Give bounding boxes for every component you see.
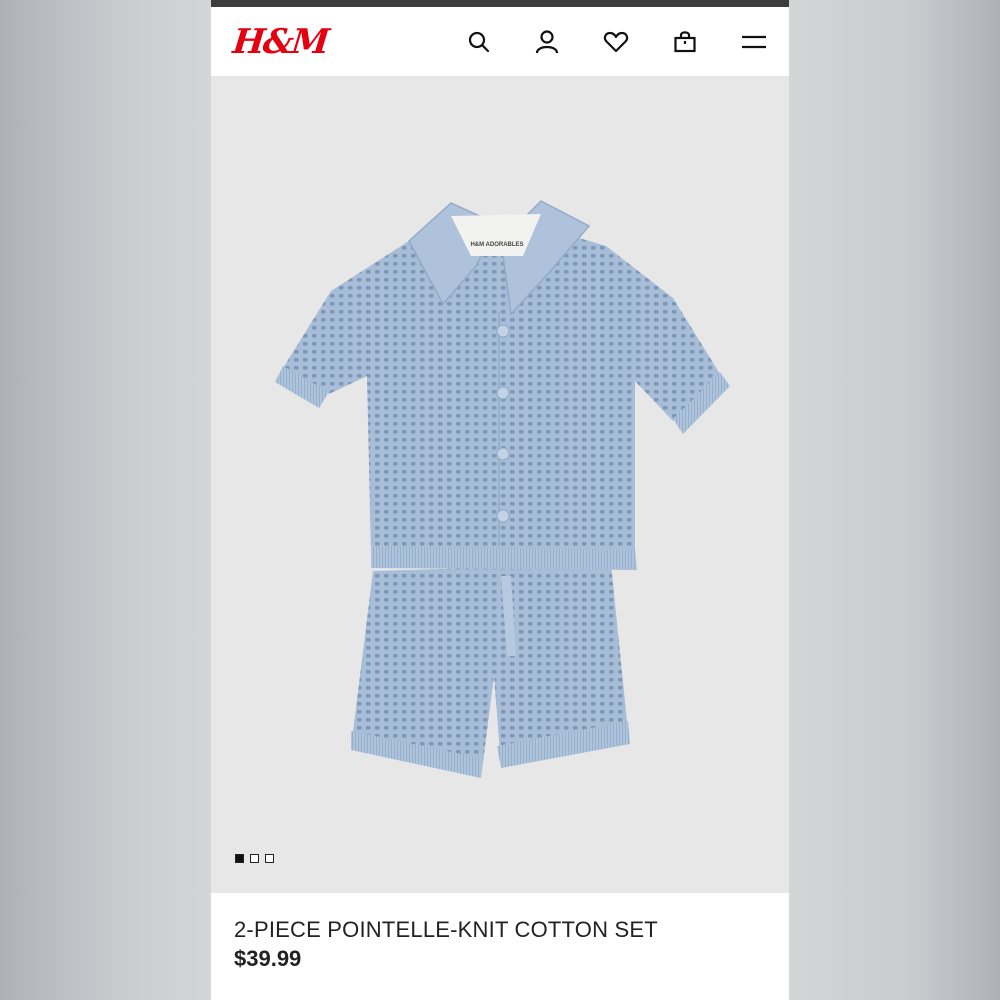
site-header: H&M bbox=[211, 7, 789, 76]
product-info: 2-PIECE POINTELLE-KNIT COTTON SET $39.99 bbox=[211, 893, 789, 1000]
right-backdrop bbox=[789, 0, 1000, 1000]
shorts bbox=[351, 564, 630, 778]
status-bar bbox=[211, 0, 789, 7]
product-page: H&M H&M ADORABLES 2-PIECE POINTELLE-KNIT… bbox=[211, 0, 789, 1000]
menu-icon[interactable] bbox=[739, 27, 769, 57]
search-icon[interactable] bbox=[464, 27, 494, 57]
image-pagination bbox=[235, 854, 274, 863]
image-dot-2[interactable] bbox=[250, 854, 259, 863]
shopping-bag-icon[interactable] bbox=[670, 27, 700, 57]
knit-set-illustration: H&M ADORABLES bbox=[275, 200, 730, 778]
shirt: H&M ADORABLES bbox=[275, 200, 730, 570]
garment-label: H&M ADORABLES bbox=[470, 242, 523, 248]
image-dot-1[interactable] bbox=[235, 854, 244, 863]
hm-logo[interactable]: H&M bbox=[231, 22, 330, 62]
account-icon[interactable] bbox=[532, 27, 562, 57]
product-image[interactable]: H&M ADORABLES bbox=[211, 76, 789, 893]
image-dot-3[interactable] bbox=[265, 854, 274, 863]
product-price: $39.99 bbox=[234, 946, 302, 971]
product-title: 2-PIECE POINTELLE-KNIT COTTON SET bbox=[234, 917, 658, 942]
favorites-icon[interactable] bbox=[601, 27, 631, 57]
